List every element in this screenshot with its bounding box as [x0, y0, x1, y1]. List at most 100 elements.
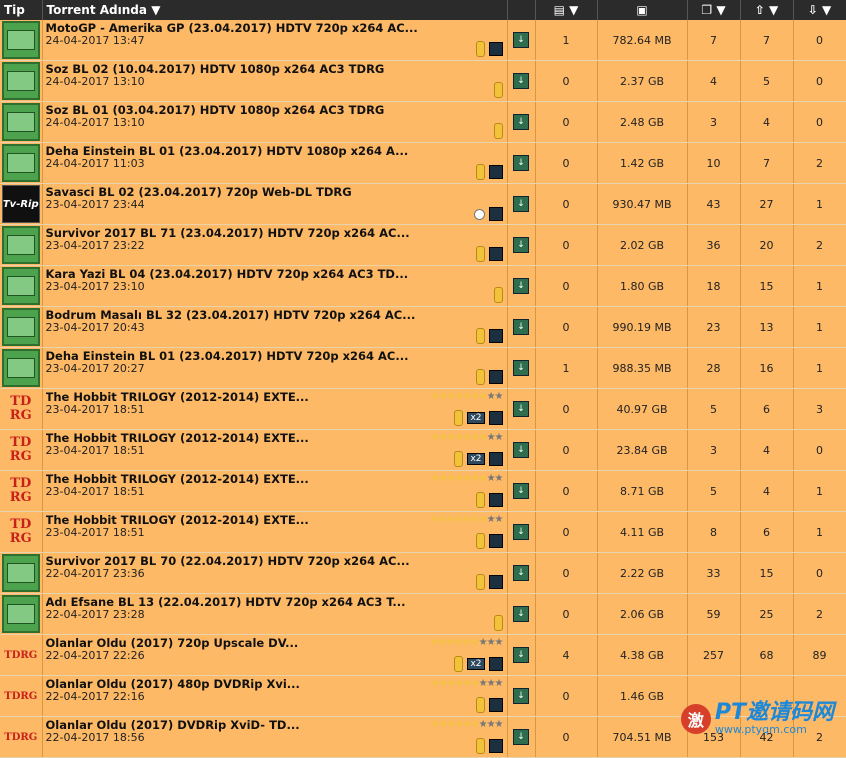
leechers-count[interactable]: 2	[793, 142, 846, 184]
download-icon[interactable]: ↓	[513, 73, 529, 89]
table-row[interactable]: Soz BL 01 (03.04.2017) HDTV 1080p x264 A…	[0, 101, 846, 143]
seeders-count[interactable]: 7	[740, 20, 794, 61]
files-count[interactable]: 5	[687, 388, 741, 430]
seeders-count[interactable]: 6	[740, 388, 794, 430]
sort-down-icon[interactable]: ▼	[151, 3, 160, 17]
leechers-count[interactable]: 3	[793, 388, 846, 430]
torrent-name-link[interactable]: The Hobbit TRILOGY (2012-2014) EXTE...	[46, 390, 309, 404]
torrent-name-link[interactable]: Adı Efsane BL 13 (22.04.2017) HDTV 720p …	[46, 595, 406, 609]
download-icon[interactable]: ↓	[513, 483, 529, 499]
table-row[interactable]: Survivor 2017 BL 70 (22.04.2017) HDTV 72…	[0, 552, 846, 594]
download-icon[interactable]: ↓	[513, 278, 529, 294]
category-tv-icon[interactable]	[1, 103, 40, 141]
seeders-count[interactable]: 20	[740, 224, 794, 266]
comments-count[interactable]: 0	[535, 388, 598, 430]
download-icon[interactable]: ↓	[513, 360, 529, 376]
torrent-name-link[interactable]: Kara Yazi BL 04 (23.04.2017) HDTV 720p x…	[46, 267, 409, 281]
comments-count[interactable]: 0	[535, 224, 598, 266]
leechers-count[interactable]: 2	[793, 224, 846, 266]
files-count[interactable]: 33	[687, 552, 741, 594]
seeders-count[interactable]: 5	[740, 60, 794, 102]
comments-count[interactable]: 0	[535, 60, 598, 102]
leechers-count[interactable]: 0	[793, 60, 846, 102]
seeders-count[interactable]: 16	[740, 347, 794, 389]
seeders-count[interactable]: 6	[740, 511, 794, 553]
category-tv-icon[interactable]	[1, 349, 40, 387]
torrent-name-link[interactable]: Olanlar Oldu (2017) 720p Upscale DV...	[46, 636, 299, 650]
table-row[interactable]: TD RG The Hobbit TRILOGY (2012-2014) EXTE…	[0, 511, 846, 553]
comments-count[interactable]: 0	[535, 183, 598, 225]
leechers-count[interactable]: 0	[793, 101, 846, 143]
download-icon[interactable]: ↓	[513, 155, 529, 171]
torrent-name-link[interactable]: Bodrum Masalı BL 32 (23.04.2017) HDTV 72…	[46, 308, 416, 322]
comments-count[interactable]: 0	[535, 552, 598, 594]
category-tdrg-icon[interactable]: TDRG	[2, 513, 40, 551]
col-size[interactable]: ▣	[597, 0, 688, 20]
torrent-name-link[interactable]: The Hobbit TRILOGY (2012-2014) EXTE...	[46, 513, 309, 527]
category-tdrg-icon[interactable]: TDRG	[2, 718, 40, 756]
comments-count[interactable]: 0	[535, 675, 598, 717]
comments-count[interactable]: 0	[535, 716, 598, 758]
table-row[interactable]: MotoGP - Amerika GP (23.04.2017) HDTV 72…	[0, 20, 846, 61]
download-icon[interactable]: ↓	[513, 606, 529, 622]
torrent-name-link[interactable]: Soz BL 01 (03.04.2017) HDTV 1080p x264 A…	[46, 103, 385, 117]
download-icon[interactable]: ↓	[513, 319, 529, 335]
col-files[interactable]: ❐ ▼	[687, 0, 741, 20]
col-tip[interactable]: Tip	[0, 0, 43, 20]
torrent-name-link[interactable]: Survivor 2017 BL 71 (23.04.2017) HDTV 72…	[46, 226, 410, 240]
seeders-count[interactable]: 15	[740, 265, 794, 307]
files-count[interactable]: 43	[687, 183, 741, 225]
files-count[interactable]: 4	[687, 60, 741, 102]
files-count[interactable]: 257	[687, 634, 741, 676]
leechers-count[interactable]: 2	[793, 593, 846, 635]
comments-count[interactable]: 0	[535, 593, 598, 635]
torrent-name-link[interactable]: Soz BL 02 (10.04.2017) HDTV 1080p x264 A…	[46, 62, 385, 76]
files-count[interactable]: 36	[687, 224, 741, 266]
table-row[interactable]: Tv-Rip Savasci BL 02 (23.04.2017) 720p W…	[0, 183, 846, 225]
comments-count[interactable]: 4	[535, 634, 598, 676]
download-icon[interactable]: ↓	[513, 442, 529, 458]
torrent-name-link[interactable]: The Hobbit TRILOGY (2012-2014) EXTE...	[46, 431, 309, 445]
seeders-count[interactable]: 68	[740, 634, 794, 676]
torrent-name-link[interactable]: Olanlar Oldu (2017) DVDRip XviD- TD...	[46, 718, 300, 732]
category-tv-icon[interactable]	[1, 21, 40, 59]
torrent-name-link[interactable]: Deha Einstein BL 01 (23.04.2017) HDTV 10…	[46, 144, 409, 158]
files-count[interactable]: 59	[687, 593, 741, 635]
download-icon[interactable]: ↓	[513, 114, 529, 130]
files-count[interactable]: 18	[687, 265, 741, 307]
table-row[interactable]: Survivor 2017 BL 71 (23.04.2017) HDTV 72…	[0, 224, 846, 266]
category-tdrg-icon[interactable]: TDRG	[2, 431, 40, 469]
leechers-count[interactable]: 89	[793, 634, 846, 676]
comments-count[interactable]: 0	[535, 306, 598, 348]
seeders-count[interactable]: 15	[740, 552, 794, 594]
seeders-count[interactable]: 13	[740, 306, 794, 348]
download-icon[interactable]: ↓	[513, 565, 529, 581]
files-count[interactable]: 7	[687, 20, 741, 61]
category-tdrg-icon[interactable]: TDRG	[2, 677, 40, 715]
torrent-name-link[interactable]: MotoGP - Amerika GP (23.04.2017) HDTV 72…	[46, 21, 418, 35]
seeders-count[interactable]: 25	[740, 593, 794, 635]
leechers-count[interactable]: 0	[793, 552, 846, 594]
table-row[interactable]: Deha Einstein BL 01 (23.04.2017) HDTV 10…	[0, 142, 846, 184]
comments-count[interactable]: 1	[535, 347, 598, 389]
files-count[interactable]: 3	[687, 429, 741, 471]
files-count[interactable]: 8	[687, 511, 741, 553]
download-icon[interactable]: ↓	[513, 32, 529, 48]
leechers-count[interactable]: 1	[793, 183, 846, 225]
category-tv-icon[interactable]	[1, 144, 40, 182]
comments-count[interactable]: 0	[535, 511, 598, 553]
seeders-count[interactable]: 4	[740, 101, 794, 143]
files-count[interactable]: 23	[687, 306, 741, 348]
comments-count[interactable]: 0	[535, 142, 598, 184]
files-count[interactable]: 5	[687, 470, 741, 512]
category-tdrg-icon[interactable]: TDRG	[2, 636, 40, 674]
leechers-count[interactable]: 1	[793, 265, 846, 307]
torrent-name-link[interactable]: Savasci BL 02 (23.04.2017) 720p Web-DL T…	[46, 185, 352, 199]
sort-down-icon[interactable]: ▼	[769, 3, 778, 17]
leechers-count[interactable]: 0	[793, 429, 846, 471]
comments-count[interactable]: 0	[535, 101, 598, 143]
sort-down-icon[interactable]: ▼	[716, 3, 725, 17]
torrent-name-link[interactable]: The Hobbit TRILOGY (2012-2014) EXTE...	[46, 472, 309, 486]
sort-down-icon[interactable]: ▼	[569, 3, 578, 17]
seeders-count[interactable]: 7	[740, 142, 794, 184]
